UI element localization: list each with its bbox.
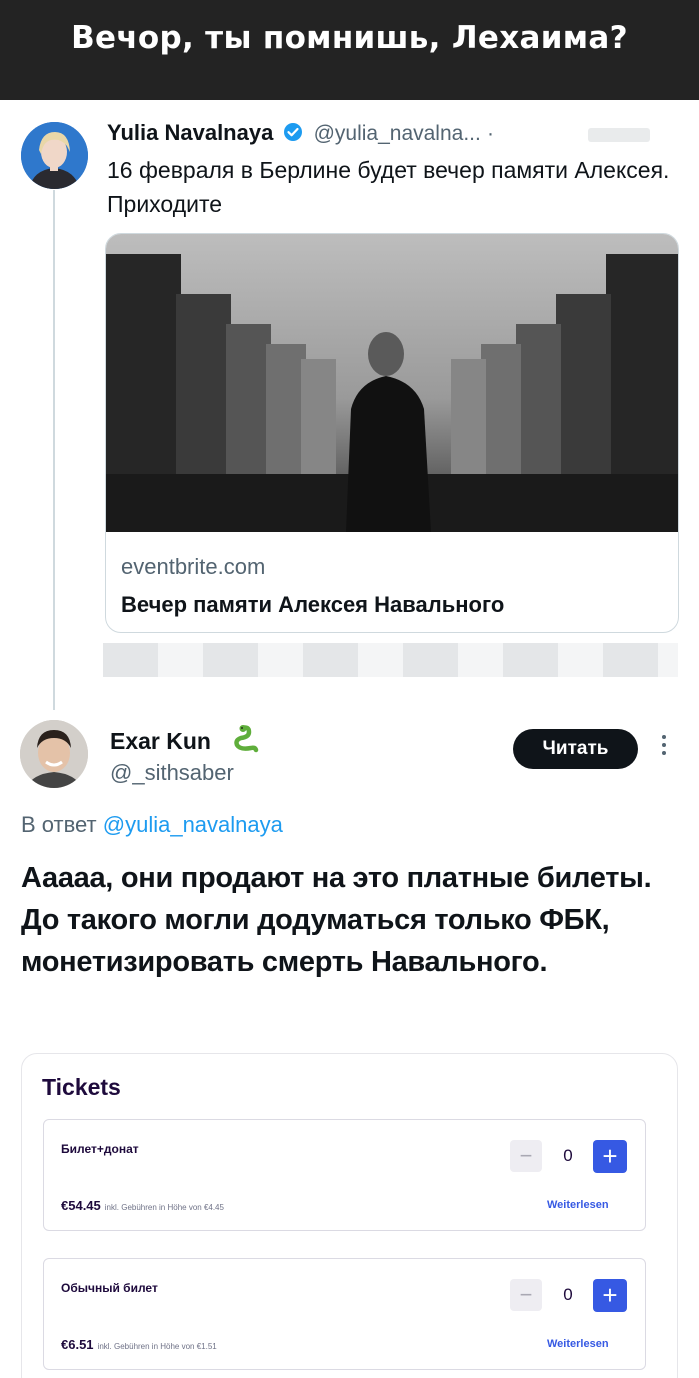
ticket-price: €6.51 inkl. Gebühren in Höhe von €1.51 <box>61 1337 217 1352</box>
ticket-name: Билет+донат <box>61 1142 139 1156</box>
follow-button[interactable]: Читать <box>513 729 638 769</box>
reply-mention-link[interactable]: @yulia_navalnaya <box>103 812 283 837</box>
snake-emoji-icon <box>233 724 259 759</box>
read-more-link[interactable]: Weiterlesen <box>547 1338 609 1350</box>
card-domain: eventbrite.com <box>121 554 266 579</box>
quantity-minus-button[interactable]: − <box>510 1279 542 1311</box>
redacted-action-bar <box>103 643 678 677</box>
ticket-card: Билет+донат €54.45 inkl. Gebühren in Höhe… <box>43 1119 646 1231</box>
thread-connector-line <box>53 190 55 710</box>
tickets-title: Tickets <box>42 1074 121 1100</box>
tweet1-text: 16 февраля в Берлине будет вечер памяти … <box>107 157 670 217</box>
read-more-link[interactable]: Weiterlesen <box>547 1199 609 1211</box>
meme-caption-banner: Вечор, ты помнишь, Лехаима? <box>0 0 699 100</box>
avatar-exar-kun[interactable] <box>20 720 88 788</box>
quantity-minus-button[interactable]: − <box>510 1140 542 1172</box>
quantity-value: 0 <box>563 1146 573 1165</box>
tweet2-author-name[interactable]: Exar Kun <box>110 728 211 755</box>
quantity-plus-button[interactable]: + <box>593 1140 627 1173</box>
tweet2-handle[interactable]: @_sithsaber <box>110 760 234 786</box>
ticket-card: Обычный билет €6.51 inkl. Gebühren in Höh… <box>43 1258 646 1370</box>
tweet1-header: Yulia Navalnaya @yulia_navalna... · <box>107 120 494 148</box>
ticket-price-value: €6.51 <box>61 1337 94 1352</box>
link-preview-card[interactable]: eventbrite.com Вечер памяти Алексея Нава… <box>105 233 679 633</box>
tickets-panel: Tickets Билет+донат €54.45 inkl. Gebühren… <box>21 1053 678 1378</box>
redacted-timestamp <box>588 128 650 142</box>
tweet1-handle[interactable]: @yulia_navalna... <box>314 122 481 145</box>
ticket-price-value: €54.45 <box>61 1198 101 1213</box>
quantity-plus-button[interactable]: + <box>593 1279 627 1312</box>
quantity-value: 0 <box>563 1285 573 1304</box>
tweet1-author-name[interactable]: Yulia Navalnaya <box>107 120 273 145</box>
tweet1-separator: · <box>486 122 494 145</box>
card-image <box>106 234 678 532</box>
verified-badge-icon <box>283 122 303 148</box>
more-options-icon[interactable] <box>662 735 668 759</box>
meme-caption: Вечор, ты помнишь, Лехаима? <box>71 20 628 56</box>
reply-prefix: В ответ <box>21 812 103 837</box>
tweet2-text: Ааааа, они продают на это платные билеты… <box>21 862 652 978</box>
ticket-name: Обычный билет <box>61 1281 158 1295</box>
ticket-fee-note: inkl. Gebühren in Höhe von €4.45 <box>104 1203 224 1212</box>
avatar-yulia[interactable] <box>21 122 88 189</box>
ticket-fee-note: inkl. Gebühren in Höhe von €1.51 <box>97 1342 217 1351</box>
reply-context: В ответ @yulia_navalnaya <box>21 812 283 838</box>
ticket-price: €54.45 inkl. Gebühren in Höhe von €4.45 <box>61 1198 224 1213</box>
card-title: Вечер памяти Алексея Навального <box>121 592 505 617</box>
